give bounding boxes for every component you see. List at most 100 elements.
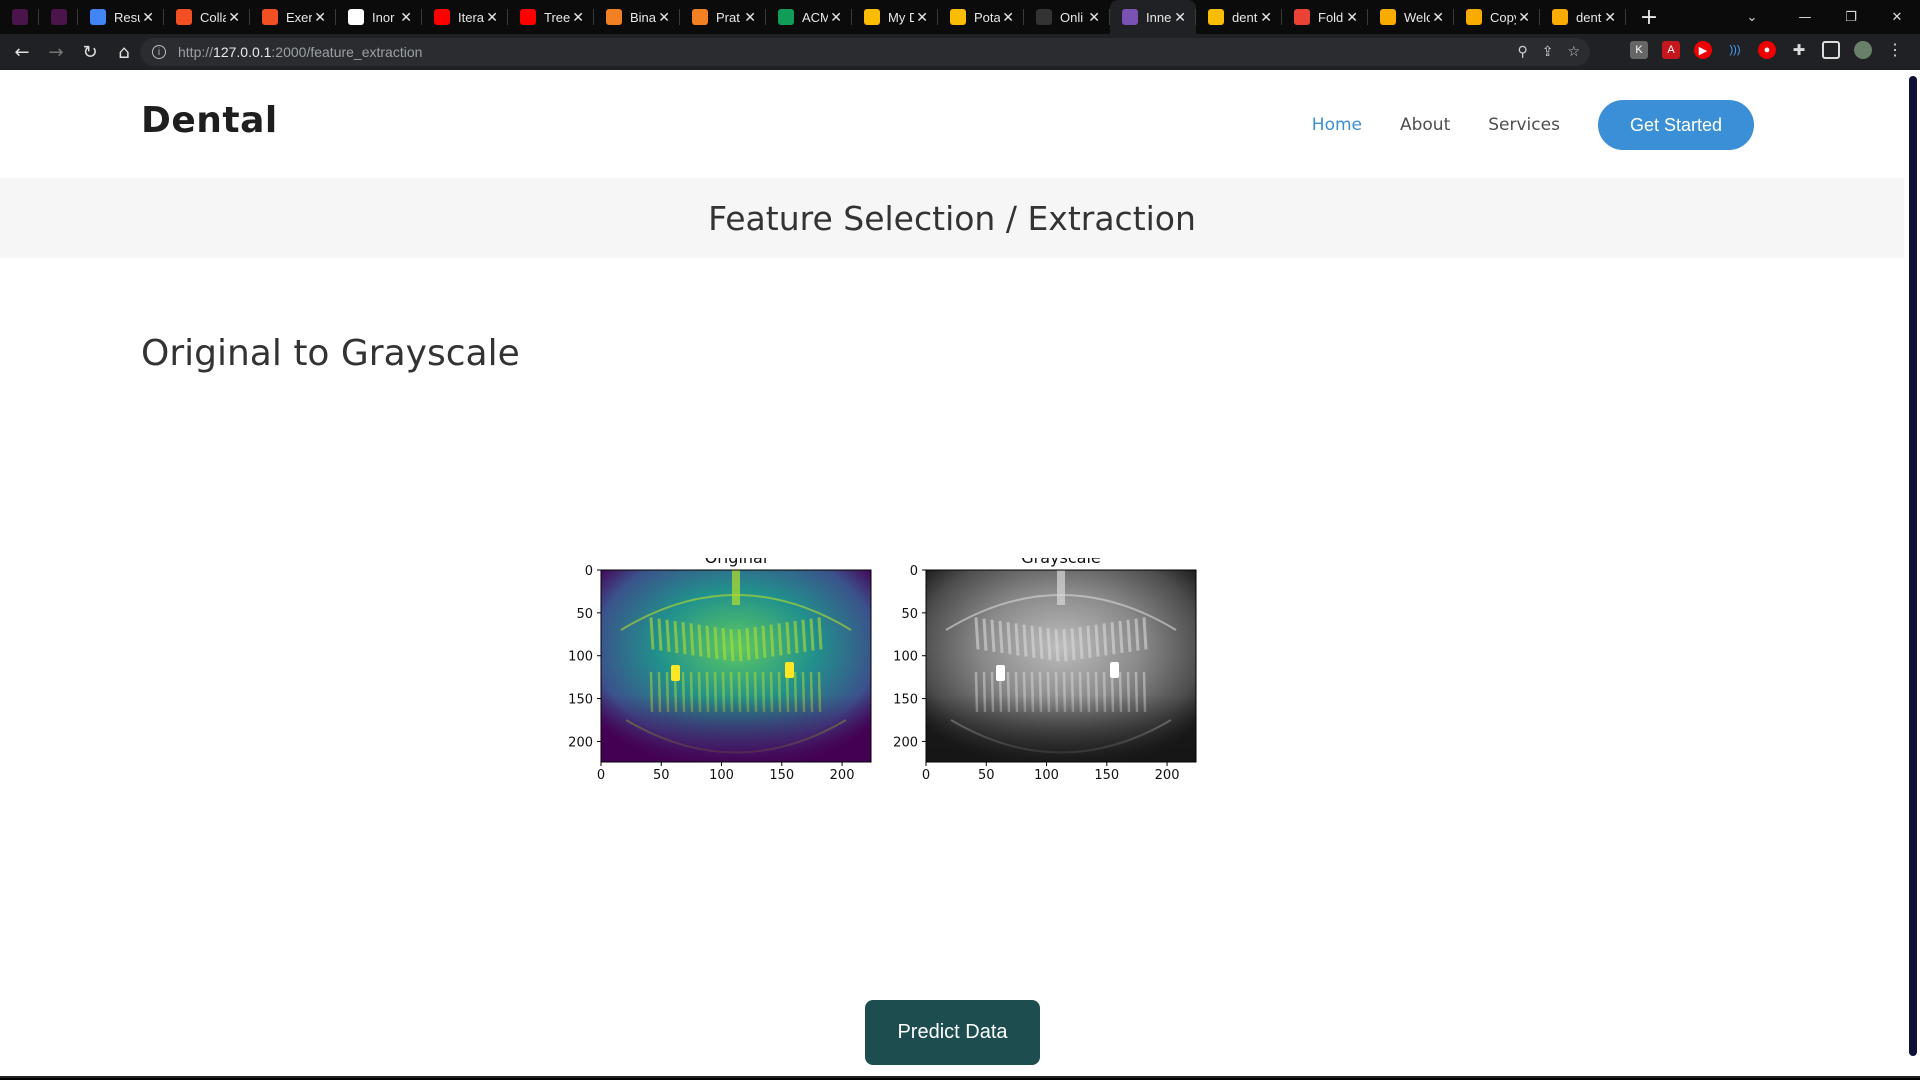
forward-icon[interactable]: → bbox=[40, 37, 72, 67]
nav-home[interactable]: Home bbox=[1312, 115, 1362, 135]
page-title: Feature Selection / Extraction bbox=[708, 198, 1196, 238]
tab-close-icon[interactable]: ✕ bbox=[1260, 9, 1272, 25]
nav-about[interactable]: About bbox=[1400, 115, 1450, 135]
y-tick-label: 200 bbox=[568, 735, 593, 750]
reload-icon[interactable]: ↻ bbox=[74, 37, 106, 67]
extension-icons: K A ▶ ))) ● ✚ ⋮ bbox=[1630, 34, 1904, 66]
tab-title: Pota bbox=[974, 9, 1000, 25]
zoom-icon[interactable]: ⚲ bbox=[1517, 44, 1527, 60]
tab-close-icon[interactable]: ✕ bbox=[1002, 9, 1014, 25]
colab-icon bbox=[1466, 9, 1482, 25]
get-started-button[interactable]: Get Started bbox=[1597, 100, 1754, 150]
tab-title: My D bbox=[888, 9, 914, 25]
tab-close-icon[interactable]: ✕ bbox=[228, 9, 240, 25]
close-window-icon[interactable]: ✕ bbox=[1874, 0, 1920, 34]
stackoverflow-icon bbox=[692, 9, 708, 25]
tab-close-icon[interactable]: ✕ bbox=[142, 9, 154, 25]
browser-tab[interactable]: Prat ✕ bbox=[680, 0, 766, 34]
tab-close-icon[interactable]: ✕ bbox=[1518, 9, 1530, 25]
image-shade bbox=[601, 570, 871, 762]
tab-title: Inne bbox=[1146, 9, 1172, 25]
browser-tab[interactable]: Resu✕ bbox=[78, 0, 164, 34]
share-icon[interactable]: ⇪ bbox=[1542, 44, 1554, 60]
browser-tab[interactable]: Tree ✕ bbox=[508, 0, 594, 34]
tab-close-icon[interactable]: ✕ bbox=[486, 9, 498, 25]
slack-icon bbox=[50, 9, 67, 25]
browser-tab[interactable]: dent ✕ bbox=[1196, 0, 1282, 34]
menu-kebab-icon[interactable]: ⋮ bbox=[1886, 41, 1904, 59]
browser-tab[interactable]: Exer ✕ bbox=[250, 0, 336, 34]
browser-tab[interactable] bbox=[39, 0, 78, 34]
y-tick-label: 100 bbox=[568, 650, 593, 665]
browser-tab[interactable]: Welc ✕ bbox=[1368, 0, 1454, 34]
tab-close-icon[interactable]: ✕ bbox=[1346, 9, 1358, 25]
address-bar[interactable]: i http://127.0.0.1:2000/feature_extracti… bbox=[140, 38, 1590, 66]
tab-close-icon[interactable]: ✕ bbox=[314, 9, 326, 25]
d-icon bbox=[1036, 9, 1052, 25]
url-text: http://127.0.0.1:2000/feature_extraction bbox=[178, 44, 423, 60]
tab-title: Inor bbox=[372, 9, 395, 25]
back-icon[interactable]: ← bbox=[6, 37, 38, 67]
colab-icon bbox=[1380, 9, 1396, 25]
browser-tab[interactable]: Bina ✕ bbox=[594, 0, 680, 34]
profile-avatar[interactable] bbox=[1854, 41, 1872, 59]
tab-search-icon[interactable]: ⌄ bbox=[1722, 0, 1782, 34]
tab-close-icon[interactable]: ✕ bbox=[658, 9, 670, 25]
tab-close-icon[interactable]: ✕ bbox=[1088, 9, 1100, 25]
home-icon[interactable]: ⌂ bbox=[108, 37, 140, 67]
browser-tab[interactable]: Copy✕ bbox=[1454, 0, 1540, 34]
tab-close-icon[interactable]: ✕ bbox=[1604, 9, 1616, 25]
tab-title: Bina bbox=[630, 9, 656, 25]
browser-tab[interactable]: Pota ✕ bbox=[938, 0, 1024, 34]
youtube-icon bbox=[434, 9, 450, 25]
site-info-icon[interactable]: i bbox=[152, 45, 166, 59]
google-icon bbox=[348, 9, 364, 25]
browser-tab[interactable]: Onli ✕ bbox=[1024, 0, 1110, 34]
y-tick-label: 150 bbox=[568, 693, 593, 708]
browser-tab[interactable]: Itera ✕ bbox=[422, 0, 508, 34]
browser-tab[interactable]: Inne ✕ bbox=[1110, 0, 1196, 34]
site-logo[interactable]: Dental bbox=[141, 100, 278, 141]
browser-tab[interactable]: Fold ✕ bbox=[1282, 0, 1368, 34]
tab-close-icon[interactable]: ✕ bbox=[400, 9, 412, 25]
youtube-ext-icon[interactable]: ▶ bbox=[1694, 41, 1712, 59]
predict-data-button[interactable]: Predict Data bbox=[865, 1000, 1040, 1065]
gmail-icon bbox=[1294, 9, 1310, 25]
minimize-icon[interactable]: — bbox=[1782, 0, 1828, 34]
x-tick-label: 200 bbox=[830, 768, 855, 783]
browser-tab[interactable]: dent ✕ bbox=[1540, 0, 1626, 34]
page-scrollbar[interactable] bbox=[1906, 70, 1920, 1078]
tab-close-icon[interactable]: ✕ bbox=[1174, 9, 1186, 25]
tab-close-icon[interactable]: ✕ bbox=[1432, 9, 1444, 25]
tab-close-icon[interactable]: ✕ bbox=[572, 9, 584, 25]
browser-tab[interactable]: Colla✕ bbox=[164, 0, 250, 34]
nav-services[interactable]: Services bbox=[1488, 115, 1560, 135]
scrollbar-thumb[interactable] bbox=[1909, 76, 1917, 1056]
panel-title: Original bbox=[705, 558, 768, 567]
puzzle-icon[interactable]: ✚ bbox=[1790, 41, 1808, 59]
bookmark-star-icon[interactable]: ☆ bbox=[1567, 44, 1580, 60]
tab-close-icon[interactable]: ✕ bbox=[916, 9, 928, 25]
section-title: Original to Grayscale bbox=[141, 333, 520, 374]
browser-tab[interactable]: ACM ✕ bbox=[766, 0, 852, 34]
browser-tab[interactable]: My D ✕ bbox=[852, 0, 938, 34]
sidepanel-icon[interactable] bbox=[1822, 41, 1840, 59]
omnibox-icons: ⚲ ⇪ ☆ bbox=[1517, 38, 1580, 66]
browser-tab[interactable]: Inor ✕ bbox=[336, 0, 422, 34]
restore-icon[interactable]: ❐ bbox=[1828, 0, 1874, 34]
lock-ext-icon[interactable]: ● bbox=[1758, 41, 1776, 59]
reader-ext-icon[interactable]: ))) bbox=[1726, 41, 1744, 59]
tab-title: dent bbox=[1576, 9, 1602, 25]
x-tick-label: 150 bbox=[1094, 768, 1119, 783]
tab-close-icon[interactable]: ✕ bbox=[744, 9, 756, 25]
x-tick-label: 200 bbox=[1155, 768, 1180, 783]
browser-tab[interactable] bbox=[0, 0, 39, 34]
tab-close-icon[interactable]: ✕ bbox=[830, 9, 842, 25]
extension-k-icon[interactable]: K bbox=[1630, 41, 1648, 59]
page-banner: Feature Selection / Extraction bbox=[0, 178, 1904, 258]
drive-icon bbox=[1208, 9, 1224, 25]
new-tab-button[interactable]: + bbox=[1632, 0, 1666, 34]
slack-icon bbox=[11, 9, 28, 25]
acrobat-icon[interactable]: A bbox=[1662, 41, 1680, 59]
x-tick-label: 150 bbox=[769, 768, 794, 783]
